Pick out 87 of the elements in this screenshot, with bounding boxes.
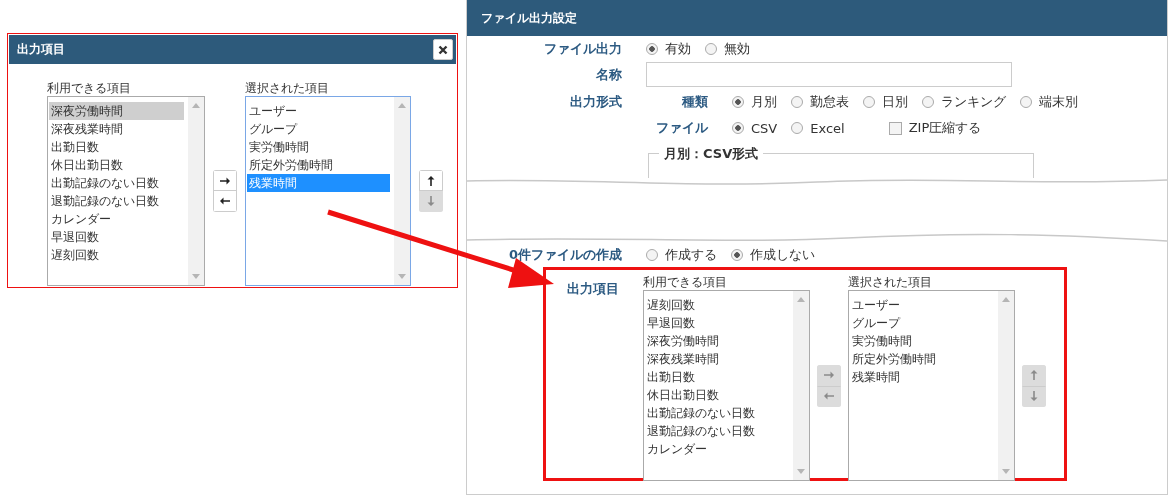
radio-label: 無効 xyxy=(724,40,750,58)
close-button[interactable] xyxy=(433,39,453,60)
list-item[interactable]: ユーザー xyxy=(247,102,390,120)
scroll-down-icon[interactable] xyxy=(192,274,200,279)
list-item[interactable]: 出勤日数 xyxy=(645,368,789,386)
list-item[interactable]: ユーザー xyxy=(850,296,994,314)
scrollbar[interactable] xyxy=(998,291,1014,480)
radio-button[interactable] xyxy=(705,43,717,55)
radio-label: 端末別 xyxy=(1039,93,1078,111)
list-item[interactable]: 深夜残業時間 xyxy=(49,120,184,138)
radio-label: 日別 xyxy=(882,93,908,111)
list-label: 選択された項目 xyxy=(245,81,330,95)
radio-button[interactable] xyxy=(863,96,875,108)
radio-button[interactable] xyxy=(1020,96,1032,108)
scrollbar[interactable] xyxy=(188,97,204,285)
name-input-field[interactable] xyxy=(646,62,1012,87)
list-item[interactable]: 実労働時間 xyxy=(850,332,994,350)
field-label: 0件ファイルの作成 xyxy=(507,246,622,264)
scroll-up-icon[interactable] xyxy=(192,103,200,108)
close-icon xyxy=(438,44,448,55)
field-label: 名称 xyxy=(595,65,622,84)
move-left-button[interactable] xyxy=(213,191,237,212)
scrollbar[interactable] xyxy=(394,97,410,285)
list-box[interactable]: ユーザー グループ 実労働時間 所定外労働時間 残業時間 xyxy=(245,96,411,286)
move-right-button[interactable] xyxy=(213,170,237,191)
list-item[interactable]: 深夜労働時間 xyxy=(645,332,789,350)
panel-title: ファイル出力設定 xyxy=(481,9,577,27)
list-item[interactable]: 退勤記録のない日数 xyxy=(49,192,184,210)
list-item[interactable]: 所定外労働時間 xyxy=(247,156,390,174)
list-item[interactable]: 遅刻回数 xyxy=(49,246,184,264)
radio-label: 作成しない xyxy=(750,246,815,264)
scroll-up-icon[interactable] xyxy=(1002,297,1010,302)
list-item[interactable]: 退勤記録のない日数 xyxy=(645,422,789,440)
field-label: ファイル xyxy=(655,119,708,137)
list-box[interactable]: 遅刻回数 早退回数 深夜労働時間 深夜残業時間 出勤日数 休日出勤日数 出勤記録のない日数 退勤記録のない日数 カレンダー xyxy=(643,290,810,481)
radio-button[interactable] xyxy=(646,43,658,55)
radio-label: Excel xyxy=(810,120,845,136)
radio-label: 勤怠表 xyxy=(810,93,849,111)
list-item[interactable]: グループ xyxy=(850,314,994,332)
list-box[interactable]: 深夜労働時間 深夜残業時間 出勤日数 休日出勤日数 出勤記録のない日数 退勤記録のない日数 カレンダー 早退回数 遅刻回数 xyxy=(47,96,205,286)
list-item[interactable]: 所定外労働時間 xyxy=(850,350,994,368)
list-item[interactable]: 深夜労働時間 xyxy=(49,102,184,120)
list-item[interactable]: 出勤記録のない日数 xyxy=(49,174,184,192)
list-item[interactable]: 深夜残業時間 xyxy=(645,350,789,368)
radio-label: 作成する xyxy=(665,246,717,264)
move-up-button[interactable] xyxy=(419,170,443,191)
field-label: 出力項目 xyxy=(566,280,619,298)
list-item[interactable]: 残業時間 xyxy=(850,368,994,386)
list-item[interactable]: 出勤記録のない日数 xyxy=(645,404,789,422)
scroll-down-icon[interactable] xyxy=(1002,469,1010,474)
list-box[interactable]: ユーザー グループ 実労働時間 所定外労働時間 残業時間 xyxy=(848,290,1015,481)
checkbox[interactable] xyxy=(888,121,902,135)
list-item[interactable]: 休日出勤日数 xyxy=(645,386,789,404)
radio-button[interactable] xyxy=(731,249,743,261)
dialog-title: 出力項目 xyxy=(17,41,65,58)
scroll-down-icon[interactable] xyxy=(797,469,805,474)
list-item[interactable]: 早退回数 xyxy=(49,228,184,246)
list-item[interactable]: グループ xyxy=(247,120,390,138)
radio-label: 月別 xyxy=(751,93,777,111)
scrollbar[interactable] xyxy=(793,291,809,480)
radio-label: CSV xyxy=(751,120,778,136)
checkbox-label: ZIP圧縮する xyxy=(908,119,982,137)
list-label: 選択された項目 xyxy=(848,275,933,289)
list-item[interactable]: 遅刻回数 xyxy=(645,296,789,314)
radio-button[interactable] xyxy=(732,96,744,108)
list-item[interactable]: 休日出勤日数 xyxy=(49,156,184,174)
list-item[interactable]: カレンダー xyxy=(49,210,184,228)
radio-label: ランキング xyxy=(941,93,1006,111)
radio-button[interactable] xyxy=(791,96,803,108)
list-item[interactable]: 実労働時間 xyxy=(247,138,390,156)
list-item[interactable]: 早退回数 xyxy=(645,314,789,332)
radio-button[interactable] xyxy=(732,122,744,134)
field-label: 種類 xyxy=(681,93,708,111)
radio-button[interactable] xyxy=(791,122,804,134)
list-label: 利用できる項目 xyxy=(47,81,132,95)
list-item[interactable]: カレンダー xyxy=(645,440,789,458)
radio-button[interactable] xyxy=(922,96,934,108)
fieldset-legend: 月別：CSV形式 xyxy=(659,145,764,163)
radio-label: 有効 xyxy=(665,40,691,58)
scroll-down-icon[interactable] xyxy=(398,274,406,279)
list-item[interactable]: 出勤日数 xyxy=(49,138,184,156)
scroll-up-icon[interactable] xyxy=(797,297,805,302)
field-label: 出力形式 xyxy=(569,93,622,111)
scroll-up-icon[interactable] xyxy=(398,103,406,108)
radio-button[interactable] xyxy=(646,249,658,261)
list-label: 利用できる項目 xyxy=(643,275,728,289)
field-label: ファイル出力 xyxy=(543,40,622,58)
